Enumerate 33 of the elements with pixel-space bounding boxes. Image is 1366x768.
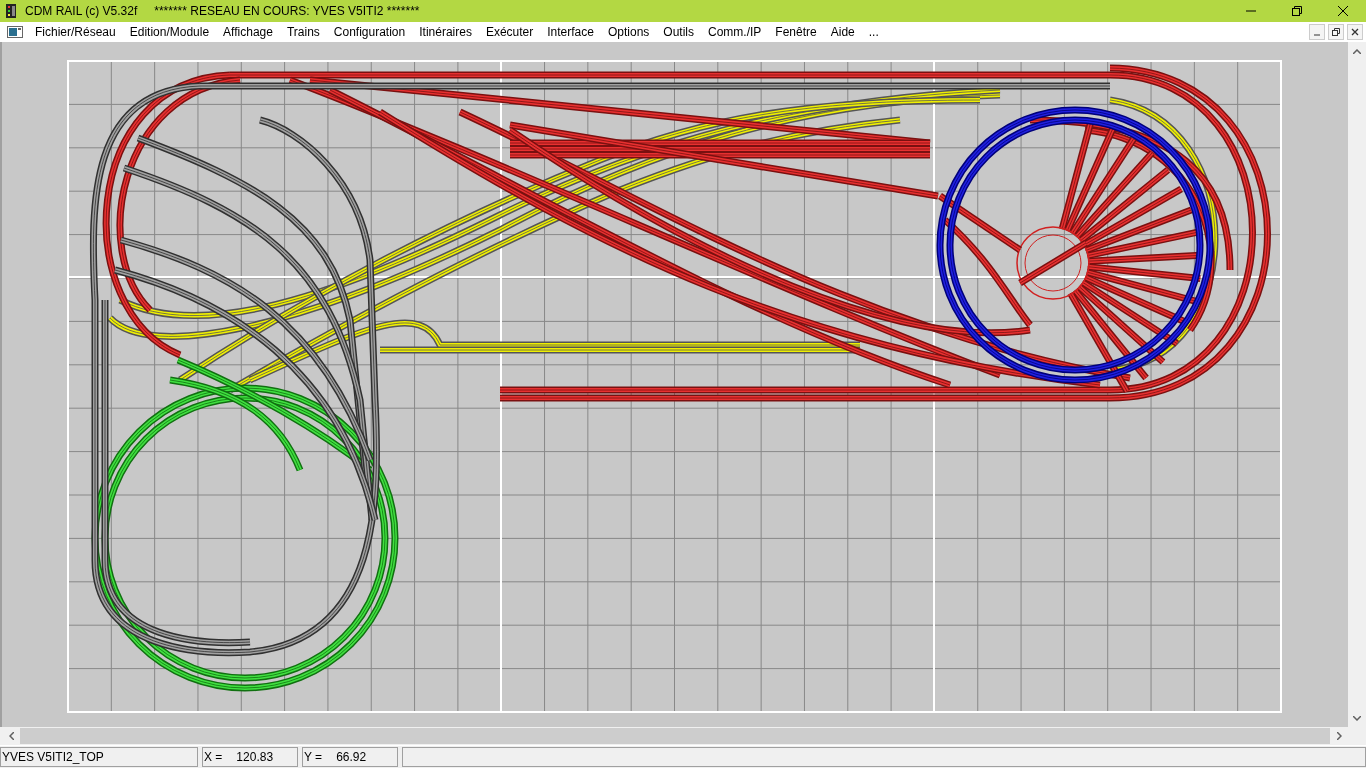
- chevron-right-icon: [1336, 732, 1342, 740]
- app-title: CDM RAIL (c) V5.32f: [25, 4, 138, 18]
- x-label: X =: [204, 750, 223, 764]
- menu-item[interactable]: Outils: [656, 25, 701, 39]
- menu-item[interactable]: Affichage: [216, 25, 280, 39]
- network-title: ******* RESEAU EN COURS: YVES V5ITI2 *******: [154, 4, 420, 18]
- document-restore-button[interactable]: [1328, 24, 1344, 40]
- menu-item[interactable]: Aide: [823, 25, 862, 39]
- menu-item[interactable]: Edition/Module: [122, 25, 217, 39]
- chevron-left-icon: [8, 732, 14, 740]
- menu-item[interactable]: Exécuter: [478, 25, 541, 39]
- menu-item[interactable]: Trains: [279, 25, 327, 39]
- close-icon: [1338, 6, 1348, 16]
- menu-item[interactable]: Fenêtre: [768, 25, 824, 39]
- menu-item[interactable]: Itinéraires: [412, 25, 479, 39]
- menu-item[interactable]: Configuration: [326, 25, 413, 39]
- document-close-icon: [1351, 28, 1359, 36]
- y-value: 66.92: [336, 750, 367, 764]
- x-value: 120.83: [236, 750, 274, 764]
- document-icon[interactable]: [7, 26, 23, 38]
- menu-item[interactable]: Comm./IP: [701, 25, 769, 39]
- menu-item[interactable]: Options: [600, 25, 657, 39]
- chevron-down-icon: [1353, 715, 1361, 721]
- app-icon: [5, 3, 19, 19]
- y-label: Y =: [304, 750, 323, 764]
- menu-item[interactable]: Fichier/Réseau: [28, 25, 123, 39]
- restore-icon: [1292, 6, 1302, 16]
- menu-item[interactable]: ...: [861, 25, 886, 39]
- menu-item[interactable]: Interface: [540, 25, 601, 39]
- document-restore-icon: [1332, 28, 1340, 36]
- network-name-panel: YVES V5ITI2_TOP: [0, 747, 198, 767]
- document-close-button[interactable]: [1347, 24, 1363, 40]
- chevron-up-icon: [1353, 48, 1361, 54]
